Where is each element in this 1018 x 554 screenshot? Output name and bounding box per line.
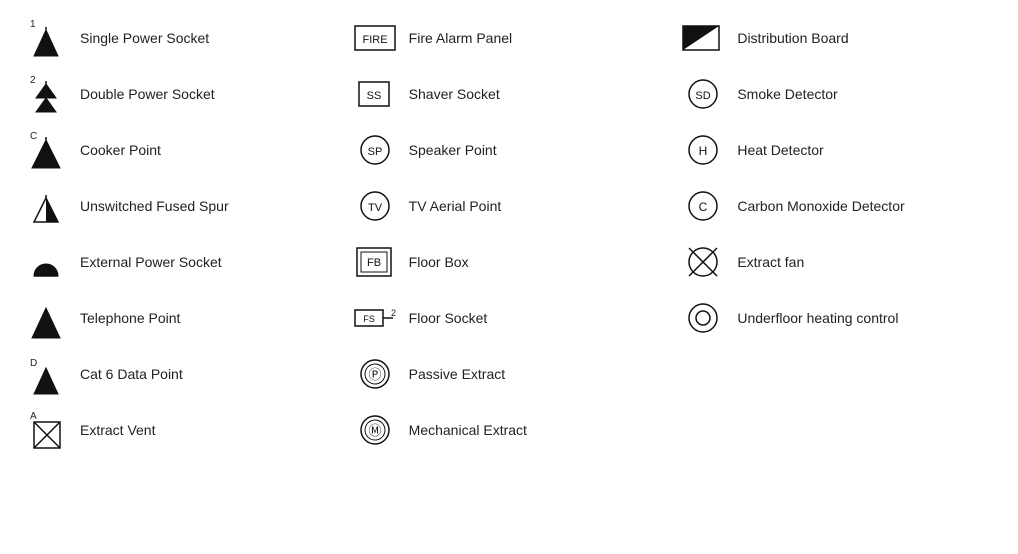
- passive-extract-label: Passive Extract: [401, 365, 670, 383]
- svg-text:Ⓜ: Ⓜ: [368, 423, 381, 438]
- svg-text:2: 2: [391, 308, 396, 318]
- telephone-point-symbol: [20, 296, 72, 340]
- shaver-socket-label: Shaver Socket: [401, 85, 670, 103]
- svg-text:2: 2: [30, 75, 36, 86]
- cat6-data-point-label: Cat 6 Data Point: [72, 365, 341, 383]
- legend-item-unswitched-fused-spur: Unswitched Fused Spur: [16, 178, 345, 234]
- smoke-detector-symbol: SD: [677, 72, 729, 116]
- svg-text:1: 1: [30, 19, 36, 30]
- legend-item-heat-detector: H Heat Detector: [673, 122, 1002, 178]
- mechanical-extract-symbol: Ⓜ: [349, 408, 401, 452]
- mechanical-extract-label: Mechanical Extract: [401, 421, 670, 439]
- legend-item-extract-vent: A Extract Vent: [16, 402, 345, 458]
- legend-item-underfloor-heat: Underfloor heating control: [673, 290, 1002, 346]
- telephone-point-label: Telephone Point: [72, 309, 341, 327]
- legend-item-distribution-board: Distribution Board: [673, 10, 1002, 66]
- legend-item-passive-extract: Ⓟ Passive Extract: [345, 346, 674, 402]
- legend-col-1: 1 Single Power Socket 2 Do: [16, 10, 345, 458]
- legend-item-mechanical-extract: Ⓜ Mechanical Extract: [345, 402, 674, 458]
- svg-text:A: A: [30, 411, 37, 422]
- underfloor-heat-symbol: [677, 296, 729, 340]
- legend-item-tv-aerial-point: TV TV Aerial Point: [345, 178, 674, 234]
- svg-text:SD: SD: [696, 90, 711, 102]
- double-power-socket-symbol: 2: [20, 72, 72, 116]
- single-power-socket-label: Single Power Socket: [72, 29, 341, 47]
- heat-detector-label: Heat Detector: [729, 141, 998, 159]
- legend-item-fire-alarm-panel: FIRE Fire Alarm Panel: [345, 10, 674, 66]
- legend-item-shaver-socket: SS Shaver Socket: [345, 66, 674, 122]
- floor-socket-label: Floor Socket: [401, 309, 670, 327]
- legend-item-smoke-detector: SD Smoke Detector: [673, 66, 1002, 122]
- legend-item-external-power-socket: External Power Socket: [16, 234, 345, 290]
- legend-item-co-detector: C Carbon Monoxide Detector: [673, 178, 1002, 234]
- speaker-point-symbol: SP: [349, 128, 401, 172]
- legend-item-telephone-point: Telephone Point: [16, 290, 345, 346]
- unswitched-fused-spur-label: Unswitched Fused Spur: [72, 197, 341, 215]
- floor-socket-symbol: FS 2: [349, 296, 401, 340]
- heat-detector-symbol: H: [677, 128, 729, 172]
- svg-text:SP: SP: [367, 146, 382, 158]
- legend-item-extract-fan: Extract fan: [673, 234, 1002, 290]
- cat6-data-point-symbol: D: [20, 352, 72, 396]
- extract-fan-label: Extract fan: [729, 253, 998, 271]
- legend-item-floor-box: FB Floor Box: [345, 234, 674, 290]
- svg-text:D: D: [30, 358, 37, 369]
- legend-item-cat6-data-point: D Cat 6 Data Point: [16, 346, 345, 402]
- underfloor-heat-label: Underfloor heating control: [729, 309, 998, 327]
- distribution-board-symbol: [677, 16, 729, 60]
- floor-box-symbol: FB: [349, 240, 401, 284]
- extract-vent-symbol: A: [20, 408, 72, 452]
- double-power-socket-label: Double Power Socket: [72, 85, 341, 103]
- svg-text:C: C: [699, 200, 708, 214]
- shaver-socket-symbol: SS: [349, 72, 401, 116]
- tv-aerial-point-label: TV Aerial Point: [401, 197, 670, 215]
- floor-box-label: Floor Box: [401, 253, 670, 271]
- legend-item-floor-socket: FS 2 Floor Socket: [345, 290, 674, 346]
- svg-text:FIRE: FIRE: [362, 34, 387, 46]
- svg-text:C: C: [30, 131, 37, 142]
- co-detector-label: Carbon Monoxide Detector: [729, 197, 998, 215]
- passive-extract-symbol: Ⓟ: [349, 352, 401, 396]
- legend-col-3: Distribution Board SD Smoke Detector H H…: [673, 10, 1002, 458]
- legend-grid: 1 Single Power Socket 2 Do: [16, 10, 1002, 458]
- cooker-point-label: Cooker Point: [72, 141, 341, 159]
- svg-text:TV: TV: [368, 202, 383, 214]
- legend-item-speaker-point: SP Speaker Point: [345, 122, 674, 178]
- legend-item-single-power-socket: 1 Single Power Socket: [16, 10, 345, 66]
- smoke-detector-label: Smoke Detector: [729, 85, 998, 103]
- single-power-socket-symbol: 1: [20, 16, 72, 60]
- extract-fan-symbol: [677, 240, 729, 284]
- legend-item-double-power-socket: 2 Double Power Socket: [16, 66, 345, 122]
- legend-item-cooker-point: C Cooker Point: [16, 122, 345, 178]
- svg-text:SS: SS: [366, 90, 381, 102]
- tv-aerial-point-symbol: TV: [349, 184, 401, 228]
- external-power-socket-label: External Power Socket: [72, 253, 341, 271]
- svg-text:FS: FS: [363, 314, 375, 324]
- distribution-board-label: Distribution Board: [729, 29, 998, 47]
- svg-text:H: H: [699, 144, 708, 158]
- fire-alarm-panel-label: Fire Alarm Panel: [401, 29, 670, 47]
- legend-col-2: FIRE Fire Alarm Panel SS Shaver Socket S…: [345, 10, 674, 458]
- fire-alarm-panel-symbol: FIRE: [349, 16, 401, 60]
- extract-vent-label: Extract Vent: [72, 421, 341, 439]
- co-detector-symbol: C: [677, 184, 729, 228]
- svg-text:FB: FB: [367, 257, 381, 269]
- svg-text:Ⓟ: Ⓟ: [368, 367, 381, 382]
- external-power-socket-symbol: [20, 240, 72, 284]
- cooker-point-symbol: C: [20, 128, 72, 172]
- speaker-point-label: Speaker Point: [401, 141, 670, 159]
- unswitched-fused-spur-symbol: [20, 184, 72, 228]
